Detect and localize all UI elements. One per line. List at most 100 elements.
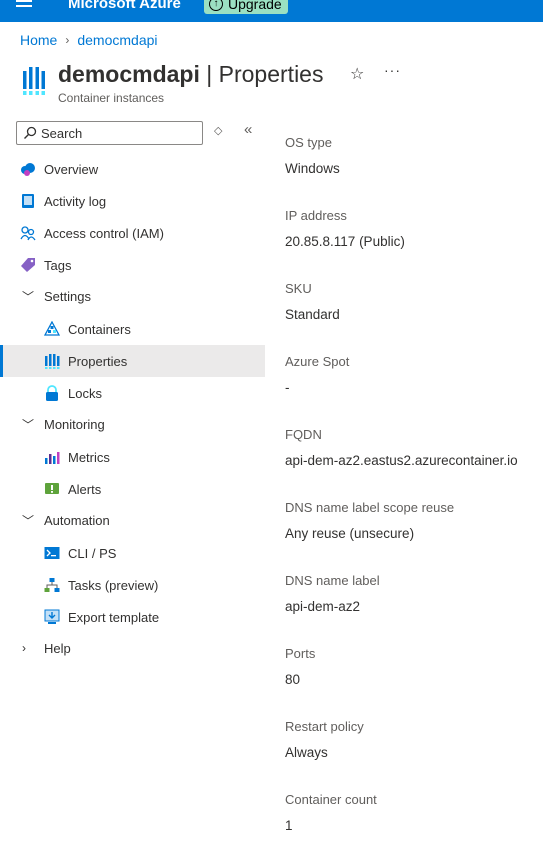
more-options-icon[interactable]: ··· bbox=[384, 62, 401, 78]
tag-icon bbox=[21, 258, 35, 272]
property-value: - bbox=[285, 380, 290, 395]
search-input[interactable]: Search bbox=[16, 121, 203, 145]
resource-type: Container instances bbox=[58, 91, 165, 105]
overview-cloud-icon bbox=[21, 163, 35, 176]
chevron-down-icon: ﹀ bbox=[22, 289, 35, 304]
sidebar-item-label: Tags bbox=[44, 257, 72, 273]
tasks-hierarchy-icon bbox=[44, 578, 60, 592]
property-dns-scope-reuse: DNS name label scope reuse Any reuse (un… bbox=[285, 500, 454, 542]
activity-log-icon bbox=[22, 194, 34, 208]
upgrade-arrow-icon: ↑ bbox=[209, 0, 223, 11]
property-os-type: OS type Windows bbox=[285, 135, 340, 177]
breadcrumb-current[interactable]: democmdapi bbox=[77, 32, 157, 48]
sidebar-item-label: Metrics bbox=[68, 449, 110, 465]
metrics-chart-icon bbox=[45, 452, 60, 464]
property-value: Windows bbox=[285, 161, 340, 176]
sidebar-item-metrics[interactable]: Metrics bbox=[0, 441, 265, 473]
property-value: 20.85.8.117 (Public) bbox=[285, 234, 405, 249]
properties-bars-icon bbox=[45, 354, 60, 369]
sidebar-item-properties[interactable]: Properties bbox=[0, 345, 265, 377]
containers-icon bbox=[44, 321, 60, 336]
chevron-right-icon: › bbox=[22, 641, 26, 655]
property-value: api-dem-az2.eastus2.azurecontainer.io bbox=[285, 453, 518, 468]
property-value: Standard bbox=[285, 307, 340, 322]
property-ports: Ports 80 bbox=[285, 646, 315, 688]
sidebar-item-label: CLI / PS bbox=[68, 545, 117, 561]
sidebar-group-label: Monitoring bbox=[44, 416, 105, 432]
property-dns-name-label: DNS name label api-dem-az2 bbox=[285, 573, 380, 615]
sidebar-group-label: Automation bbox=[44, 512, 110, 528]
sidebar-item-tasks[interactable]: Tasks (preview) bbox=[0, 569, 265, 601]
sidebar-item-label: Access control (IAM) bbox=[44, 225, 164, 241]
sidebar-item-cli-ps[interactable]: CLI / PS bbox=[0, 537, 265, 569]
lock-icon bbox=[46, 385, 58, 401]
sidebar-group-help[interactable]: › Help bbox=[0, 632, 265, 664]
property-label: Restart policy bbox=[285, 719, 364, 734]
sidebar-group-settings[interactable]: ﹀ Settings bbox=[0, 280, 265, 312]
sidebar-group-monitoring[interactable]: ﹀ Monitoring bbox=[0, 408, 265, 440]
breadcrumb-home[interactable]: Home bbox=[20, 32, 57, 48]
hamburger-menu-icon[interactable] bbox=[16, 0, 32, 8]
property-label: Azure Spot bbox=[285, 354, 350, 369]
property-label: Container count bbox=[285, 792, 377, 807]
brand-title[interactable]: Microsoft Azure bbox=[68, 0, 181, 14]
upgrade-button[interactable]: ↑ Upgrade bbox=[204, 0, 288, 14]
sidebar-item-label: Locks bbox=[68, 385, 102, 401]
property-value: Any reuse (unsecure) bbox=[285, 526, 415, 541]
sidebar-item-export-template[interactable]: Export template bbox=[0, 601, 265, 633]
sidebar-item-label: Properties bbox=[68, 353, 128, 369]
search-placeholder: Search bbox=[41, 126, 83, 141]
alert-icon bbox=[45, 483, 59, 494]
collapse-menu-icon[interactable]: « bbox=[244, 121, 252, 138]
property-container-count: Container count 1 bbox=[285, 792, 377, 834]
sidebar-item-containers[interactable]: Containers bbox=[0, 313, 265, 345]
breadcrumb-chevron-icon: › bbox=[65, 33, 70, 47]
property-value: 80 bbox=[285, 672, 301, 687]
sidebar-item-tags[interactable]: Tags bbox=[0, 249, 265, 281]
property-label: IP address bbox=[285, 208, 347, 223]
access-control-users-icon bbox=[20, 226, 36, 241]
chevron-down-icon: ﹀ bbox=[22, 417, 35, 432]
export-template-icon bbox=[44, 609, 60, 624]
sidebar-group-automation[interactable]: ﹀ Automation bbox=[0, 504, 265, 536]
terminal-icon bbox=[44, 547, 60, 559]
page-title: democmdapi | Properties bbox=[58, 60, 323, 88]
sidebar-item-label: Tasks (preview) bbox=[68, 577, 159, 593]
sidebar-item-alerts[interactable]: Alerts bbox=[0, 473, 265, 505]
sidebar-group-label: Help bbox=[44, 640, 71, 656]
sidebar-item-label: Alerts bbox=[68, 481, 102, 497]
property-fqdn: FQDN api-dem-az2.eastus2.azurecontainer.… bbox=[285, 427, 518, 469]
sidebar-item-label: Activity log bbox=[44, 193, 107, 209]
search-icon bbox=[24, 126, 37, 139]
breadcrumb: Home › democmdapi bbox=[20, 32, 158, 48]
upgrade-label: Upgrade bbox=[228, 0, 282, 12]
title-separator: | bbox=[199, 61, 219, 87]
top-bar: Microsoft Azure ↑ Upgrade bbox=[0, 0, 543, 22]
resource-name: democmdapi bbox=[58, 61, 200, 87]
sidebar-item-iam[interactable]: Access control (IAM) bbox=[0, 217, 265, 249]
sidebar-item-overview[interactable]: Overview bbox=[0, 153, 265, 185]
property-value: Always bbox=[285, 745, 328, 760]
property-azure-spot: Azure Spot - bbox=[285, 354, 349, 396]
property-label: OS type bbox=[285, 135, 332, 150]
property-label: SKU bbox=[285, 281, 312, 296]
property-label: DNS name label scope reuse bbox=[285, 500, 455, 515]
sidebar-item-label: Containers bbox=[68, 321, 131, 337]
property-label: Ports bbox=[285, 646, 316, 661]
property-value: api-dem-az2 bbox=[285, 599, 361, 614]
sidebar-item-label: Overview bbox=[44, 161, 99, 177]
favorite-star-icon[interactable]: ☆ bbox=[350, 64, 364, 84]
page-name: Properties bbox=[218, 61, 324, 87]
chevron-down-icon: ﹀ bbox=[22, 513, 35, 528]
sidebar-item-activity-log[interactable]: Activity log bbox=[0, 185, 265, 217]
property-ip-address: IP address 20.85.8.117 (Public) bbox=[285, 208, 405, 250]
property-value: 1 bbox=[285, 818, 293, 833]
sidebar-group-label: Settings bbox=[44, 288, 91, 304]
property-sku: SKU Standard bbox=[285, 281, 340, 323]
property-label: FQDN bbox=[285, 427, 322, 442]
sidebar-item-locks[interactable]: Locks bbox=[0, 377, 265, 409]
container-instances-icon bbox=[23, 67, 45, 95]
expand-collapse-icon[interactable]: ◇ bbox=[214, 124, 222, 137]
property-restart-policy: Restart policy Always bbox=[285, 719, 364, 761]
property-label: DNS name label bbox=[285, 573, 380, 588]
